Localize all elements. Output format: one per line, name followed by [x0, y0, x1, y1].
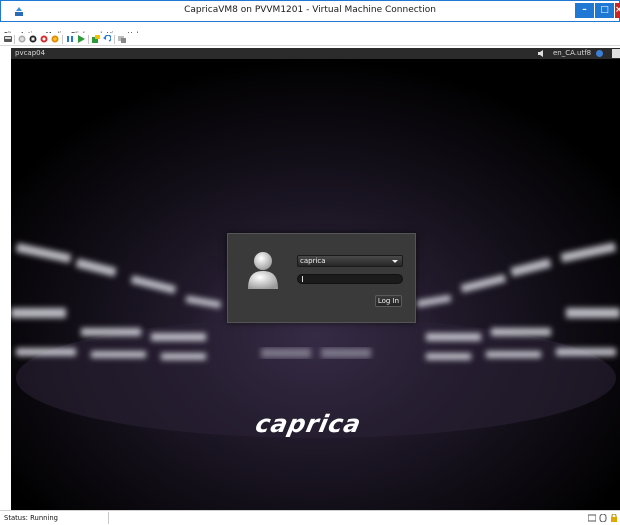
toolbar-separator	[14, 35, 15, 44]
enhanced-session-icon[interactable]	[118, 35, 126, 43]
accessibility-icon[interactable]	[596, 50, 603, 57]
menu-bar: FileActionMediaClipboardViewHelp	[0, 22, 620, 39]
user-avatar-icon	[248, 252, 278, 289]
title-bar: CapricaVM8 on PVVM1201 - Virtual Machine…	[0, 0, 620, 22]
user-select[interactable]: caprica	[297, 255, 403, 267]
start-icon[interactable]	[18, 35, 26, 43]
power-icon[interactable]	[612, 49, 620, 58]
login-button[interactable]: Log In	[375, 295, 402, 307]
top-panel: pvcap04 en_CA.utf8	[11, 48, 620, 59]
pause-icon[interactable]	[66, 35, 74, 43]
lock-icon	[611, 514, 617, 522]
text-caret	[302, 276, 303, 282]
caprica-logo: caprica	[253, 410, 365, 438]
resume-icon[interactable]	[77, 35, 85, 43]
status-divider	[108, 512, 109, 524]
toolbar-separator	[62, 35, 63, 44]
minimize-icon[interactable]: –	[575, 3, 594, 18]
toolbar-separator	[88, 35, 89, 44]
toolbar	[0, 33, 620, 46]
turn-off-icon[interactable]	[29, 35, 37, 43]
password-field[interactable]	[297, 274, 403, 284]
revert-icon[interactable]	[103, 35, 111, 43]
status-bar: Status: Running	[0, 510, 620, 525]
selected-user: caprica	[300, 257, 326, 265]
window-title: CapricaVM8 on PVVM1201 - Virtual Machine…	[184, 5, 436, 15]
login-dialog: caprica Log In	[227, 233, 416, 323]
toolbar-separator	[114, 35, 115, 44]
chevron-down-icon	[392, 260, 398, 263]
checkpoint-icon[interactable]	[92, 35, 100, 43]
keyboard-layout[interactable]: en_CA.utf8	[553, 49, 591, 57]
maximize-icon[interactable]: □	[595, 3, 614, 18]
status-text: Status: Running	[4, 514, 58, 522]
keyboard-icon	[588, 514, 596, 522]
hostname-label: pvcap04	[15, 49, 46, 57]
vm-screen[interactable]: pvcap04 en_CA.utf8 caprica Log In capric…	[11, 48, 620, 510]
ctrl-alt-del-icon[interactable]	[4, 35, 12, 43]
mouse-icon	[599, 514, 607, 522]
volume-icon[interactable]	[538, 50, 546, 57]
save-icon[interactable]	[51, 35, 59, 43]
close-icon[interactable]: ×	[615, 3, 620, 18]
shutdown-icon[interactable]	[40, 35, 48, 43]
